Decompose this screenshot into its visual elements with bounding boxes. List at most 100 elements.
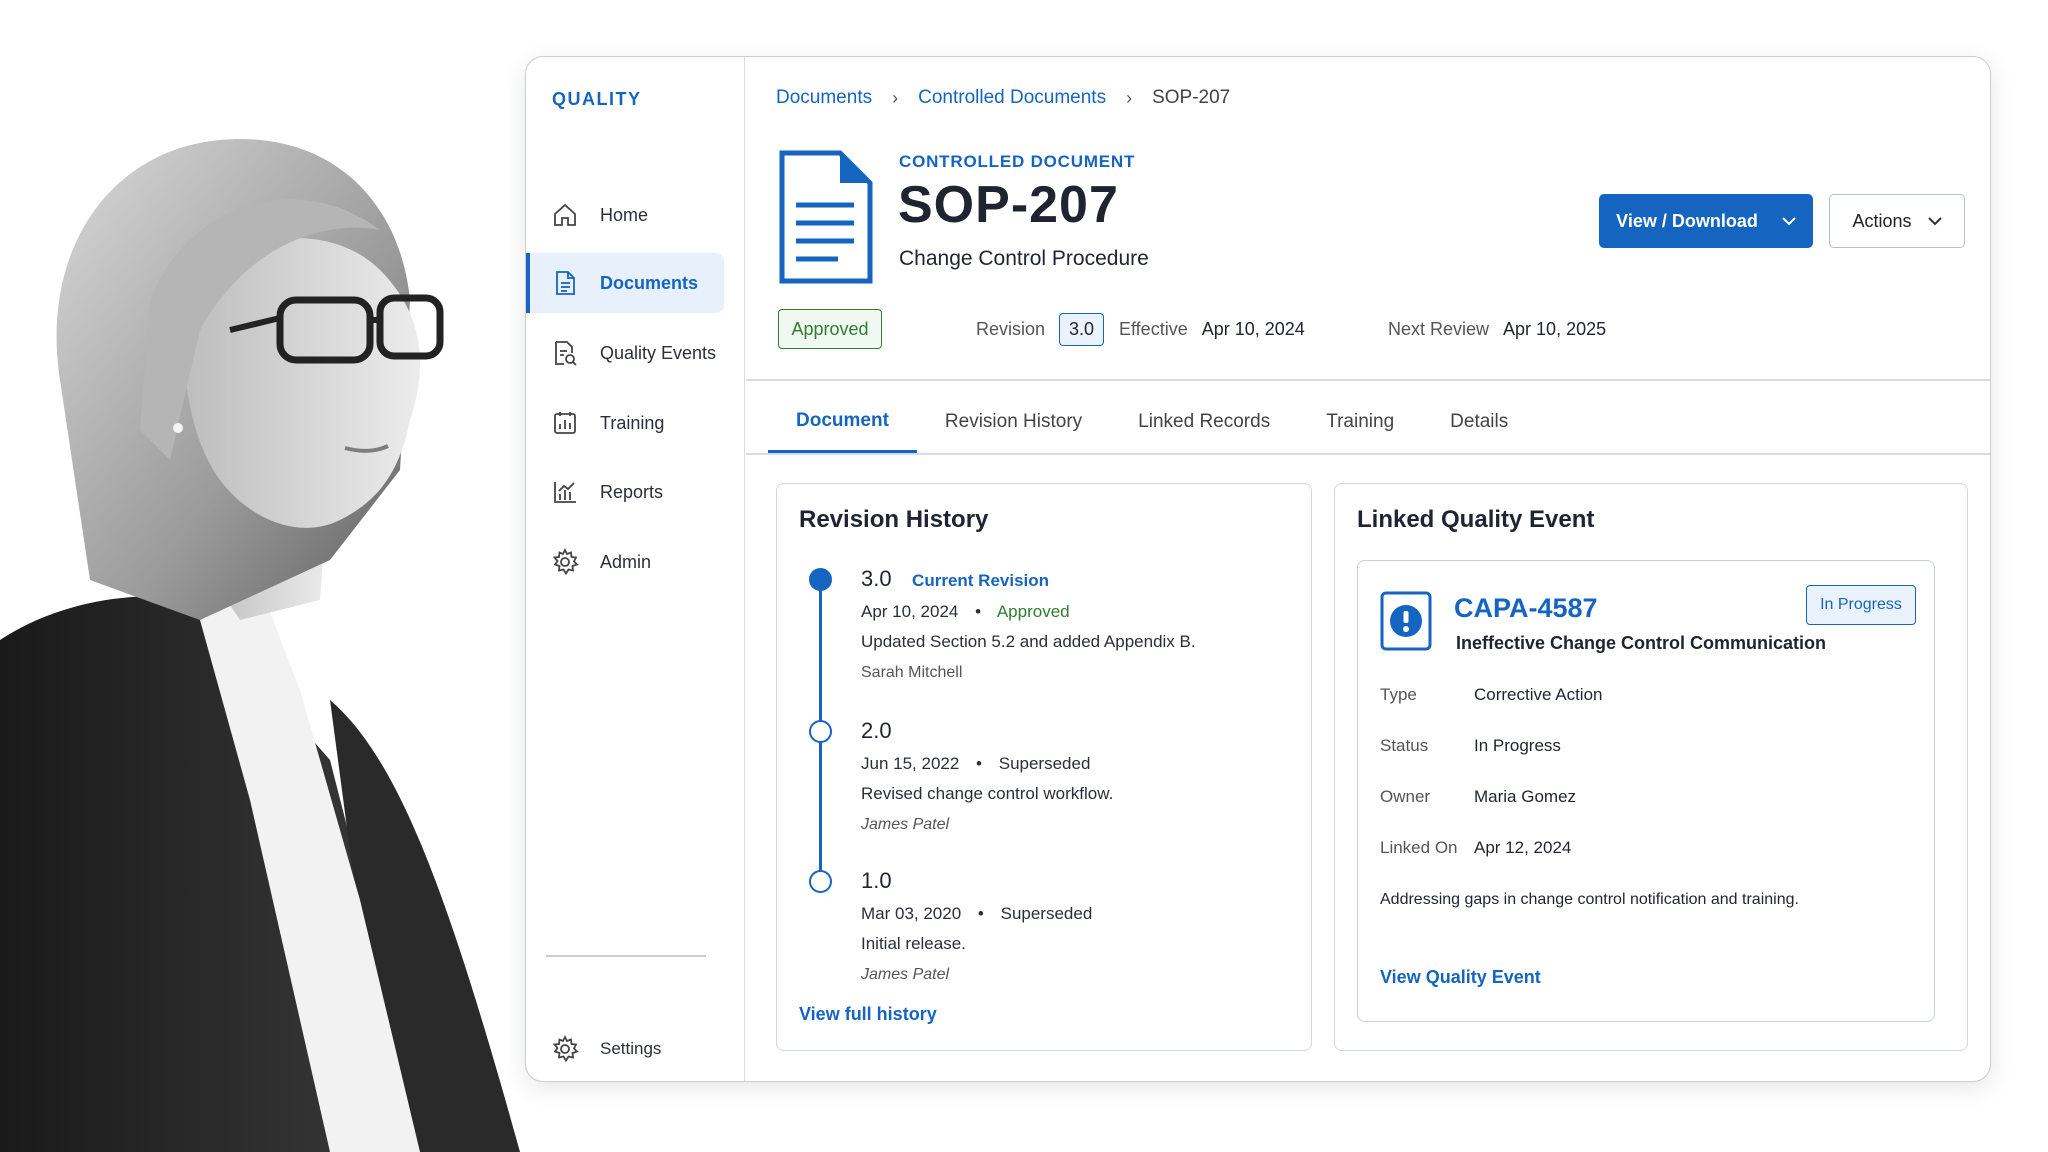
bullet-separator: • — [977, 904, 984, 923]
revision-note: Initial release. — [861, 934, 966, 953]
tab-document[interactable]: Document — [768, 391, 917, 453]
sidebar-item-quality-events[interactable]: Quality Events — [526, 323, 724, 383]
timeline-dot — [809, 870, 832, 893]
revision-version: 3.0 — [861, 566, 892, 591]
linked-quality-event-card: Linked Quality Event CAPA-4587 Ineffecti… — [1334, 483, 1968, 1051]
sidebar-item-training[interactable]: Training — [526, 393, 724, 453]
sidebar-item-documents[interactable]: Documents — [526, 253, 724, 313]
document-file-icon — [776, 147, 876, 287]
quality-event-name: Ineffective Change Control Communication — [1456, 633, 1827, 653]
breadcrumb-current: SOP-207 — [1152, 87, 1231, 108]
settings-gear-icon — [550, 1034, 580, 1064]
revision-history-card: Revision History 3.0 Current Revision Ap… — [776, 483, 1312, 1051]
sidebar-item-label: Training — [600, 412, 665, 433]
view-full-history-link[interactable]: View full history — [799, 1004, 937, 1025]
revision-author: James Patel — [861, 966, 950, 983]
breadcrumb-controlled-documents[interactable]: Controlled Documents — [918, 87, 1106, 109]
document-subtitle: Change Control Procedure — [899, 247, 1149, 270]
quality-event-icon — [550, 338, 580, 368]
revision-date: Mar 03, 2020 — [861, 904, 962, 923]
tab-revision-history[interactable]: Revision History — [917, 391, 1110, 453]
view-quality-event-link[interactable]: View Quality Event — [1380, 967, 1541, 988]
tab-linked-records[interactable]: Linked Records — [1110, 391, 1298, 453]
tab-training[interactable]: Training — [1298, 391, 1422, 453]
status-badge: In Progress — [1806, 585, 1916, 625]
timeline-dot-current — [809, 568, 832, 591]
revision-entry: 3.0 Current Revision Apr 10, 2024 • Appr… — [861, 566, 1196, 682]
revision-status: Superseded — [1000, 904, 1093, 923]
card-title: Linked Quality Event — [1357, 506, 1595, 533]
field-label: Type — [1380, 685, 1417, 704]
card-title: Revision History — [799, 506, 989, 533]
alert-icon — [1380, 591, 1432, 651]
gear-icon — [550, 547, 580, 577]
revision-date: Jun 15, 2022 — [861, 754, 960, 773]
field-value: In Progress — [1474, 736, 1561, 755]
document-icon — [550, 268, 580, 298]
document-kind: CONTROLLED DOCUMENT — [899, 152, 1136, 171]
revision-entry: 1.0 Mar 03, 2020 • Superseded Initial re… — [861, 868, 1092, 984]
timeline-dot — [809, 720, 832, 743]
chevron-right-icon: › — [892, 87, 899, 108]
breadcrumb-documents[interactable]: Documents — [776, 87, 872, 109]
revision-version: 1.0 — [861, 868, 892, 893]
revision-label: Revision — [976, 318, 1046, 339]
sidebar-item-label: Documents — [600, 272, 699, 293]
tab-bar: Document Revision History Linked Records… — [768, 391, 1536, 453]
next-review-meta: Next Review Apr 10, 2025 — [1388, 309, 1606, 349]
revision-entry: 2.0 Jun 15, 2022 • Superseded Revised ch… — [861, 718, 1113, 834]
settings-button[interactable]: Settings — [526, 1027, 724, 1071]
revision-badge: 3.0 — [1059, 312, 1105, 346]
sidebar-divider — [546, 955, 706, 957]
sidebar: QUALITY Home Documents Quality Events Tr… — [526, 57, 745, 1081]
revision-note: Updated Section 5.2 and added Appendix B… — [861, 632, 1196, 651]
view-download-button[interactable]: View / Download — [1599, 194, 1813, 248]
quality-event-id-link[interactable]: CAPA-4587 — [1454, 593, 1598, 624]
sidebar-item-label: Admin — [600, 551, 652, 572]
bullet-separator: • — [975, 602, 982, 621]
field-label: Owner — [1380, 787, 1431, 806]
revision-status: Approved — [996, 602, 1070, 621]
actions-label: Actions — [1852, 210, 1912, 231]
revision-status: Superseded — [998, 754, 1091, 773]
brand-label: QUALITY — [552, 89, 642, 109]
chevron-right-icon: › — [1126, 87, 1133, 108]
effective-label: Effective — [1119, 318, 1188, 339]
revision-note: Revised change control workflow. — [861, 784, 1114, 803]
reports-icon — [550, 477, 580, 507]
tab-details[interactable]: Details — [1422, 391, 1536, 453]
revision-version: 2.0 — [861, 718, 892, 743]
effective-value: Apr 10, 2024 — [1201, 318, 1305, 339]
revision-author: Sarah Mitchell — [861, 664, 963, 681]
effective-meta: Effective Apr 10, 2024 — [1119, 309, 1305, 349]
quality-event-description: Addressing gaps in change control notifi… — [1380, 891, 1799, 908]
sidebar-item-home[interactable]: Home — [526, 185, 724, 245]
breadcrumb: Documents › Controlled Documents › SOP-2… — [776, 87, 1230, 109]
tabs-divider — [746, 453, 1990, 455]
chevron-down-icon — [1927, 216, 1942, 226]
field-status: Status In Progress — [1380, 736, 1561, 756]
view-download-label: View / Download — [1616, 210, 1758, 231]
revision-author: James Patel — [861, 816, 950, 833]
quality-event-item: CAPA-4587 Ineffective Change Control Com… — [1357, 560, 1935, 1022]
sidebar-item-admin[interactable]: Admin — [526, 532, 724, 592]
chevron-down-icon — [1782, 216, 1796, 226]
revision-meta: Revision 3.0 — [976, 309, 1105, 349]
bullet-separator: • — [976, 754, 982, 773]
actions-button[interactable]: Actions — [1829, 194, 1965, 248]
sidebar-item-label: Reports — [600, 481, 664, 502]
field-value: Corrective Action — [1474, 685, 1603, 704]
training-icon — [550, 408, 580, 438]
field-label: Status — [1380, 736, 1429, 755]
page-title: SOP-207 — [898, 176, 1119, 234]
sidebar-item-label: Quality Events — [600, 342, 717, 363]
sidebar-item-reports[interactable]: Reports — [526, 462, 724, 522]
field-value: Apr 12, 2024 — [1474, 838, 1572, 857]
next-review-label: Next Review — [1388, 318, 1490, 339]
home-icon — [550, 200, 580, 230]
next-review-value: Apr 10, 2025 — [1503, 318, 1607, 339]
main-content: Documents › Controlled Documents › SOP-2… — [746, 57, 1990, 1081]
header-divider — [746, 379, 1990, 381]
field-owner: Owner Maria Gomez — [1380, 787, 1576, 807]
field-linked-on: Linked On Apr 12, 2024 — [1380, 838, 1571, 858]
